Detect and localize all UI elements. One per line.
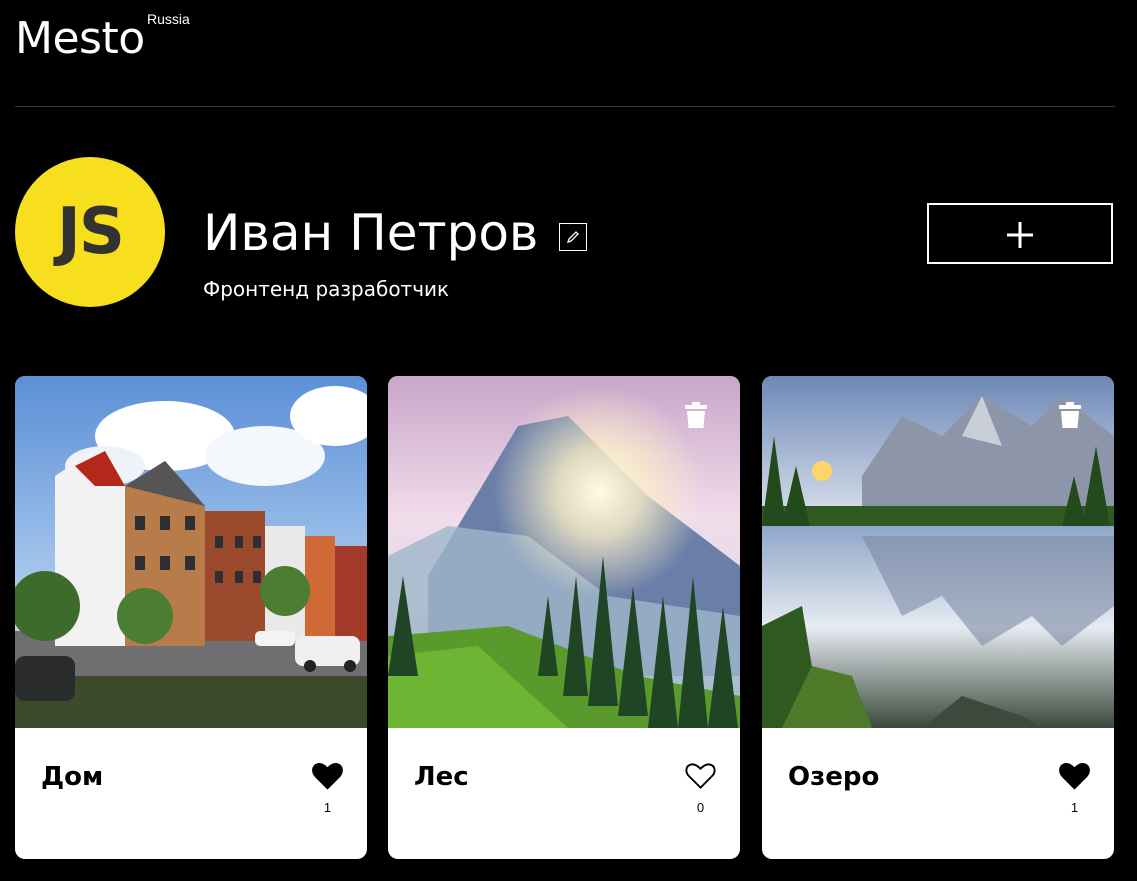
avatar-text: JS	[57, 195, 125, 269]
card: Озеро 1	[762, 376, 1114, 859]
profile-name: Иван Петров	[203, 204, 539, 262]
card-title: Озеро	[788, 762, 880, 792]
trash-icon[interactable]	[685, 402, 707, 428]
pencil-icon	[566, 231, 579, 244]
card-image-lake[interactable]	[762, 376, 1114, 728]
profile-about: Фронтенд разработчик	[203, 277, 450, 301]
like-count: 1	[323, 800, 332, 815]
logo: Mesto	[15, 13, 145, 64]
trash-icon[interactable]	[314, 402, 336, 428]
add-card-button[interactable]	[927, 203, 1113, 264]
header: Mesto Russia	[15, 0, 1115, 107]
card: Лес 0	[388, 376, 740, 859]
profile: JS Иван Петров Фронтенд разработчик	[15, 157, 1115, 307]
edit-profile-button[interactable]	[559, 223, 587, 251]
card-image-house[interactable]	[15, 376, 367, 728]
trash-icon[interactable]	[1059, 402, 1081, 428]
card-title: Лес	[414, 762, 469, 792]
logo-superscript: Russia	[147, 11, 190, 27]
like-count: 1	[1070, 800, 1079, 815]
card-image-forest[interactable]	[388, 376, 740, 728]
plus-icon	[1007, 222, 1033, 248]
card-grid: Дом 1 Лес 0 Озеро 1	[15, 376, 1115, 859]
avatar[interactable]: JS	[15, 157, 165, 307]
heart-filled-icon[interactable]	[1059, 762, 1090, 790]
heart-outline-icon[interactable]	[685, 762, 716, 790]
heart-filled-icon[interactable]	[312, 762, 343, 790]
like-count: 0	[696, 800, 705, 815]
card: Дом 1	[15, 376, 367, 859]
card-title: Дом	[41, 762, 104, 792]
